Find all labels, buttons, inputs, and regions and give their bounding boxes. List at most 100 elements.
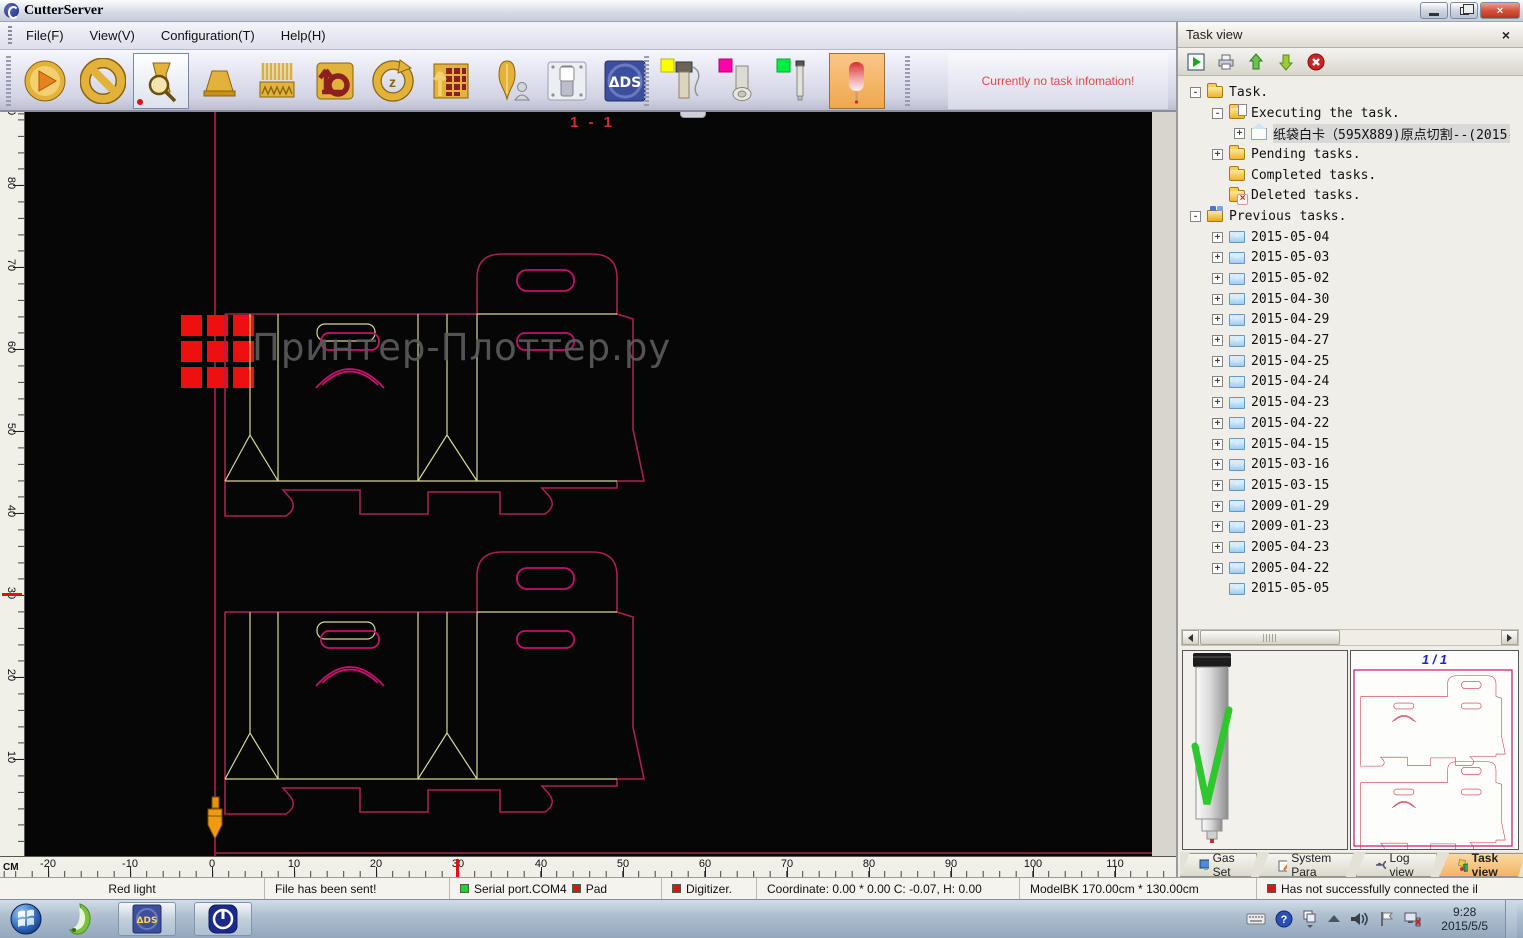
plumb-icon[interactable] [481,53,537,109]
toolbar-drag-handle[interactable] [905,56,910,106]
tree-item-date[interactable]: +2015-05-03 [1180,248,1510,269]
tab-log-view[interactable]: Log view [1356,853,1437,877]
tree-item-date[interactable]: +2015-04-29 [1180,310,1510,331]
keyboard-icon[interactable] [1246,912,1266,926]
tree-item-previous[interactable]: -Previous tasks. [1180,206,1510,227]
tree-horizontal-scrollbar[interactable] [1181,629,1519,646]
tree-item-date[interactable]: +2015-04-30 [1180,289,1510,310]
tree-item-current-job[interactable]: +纸袋白卡（595X889)原点切割--(2015- [1180,123,1510,144]
tab-gas-set[interactable]: Gas Set [1180,853,1257,877]
menu-view[interactable]: View(V) [90,28,135,43]
tree-item-date[interactable]: +2015-04-24 [1180,372,1510,393]
tree-item-deleted[interactable]: Deleted tasks. [1180,185,1510,206]
splitter-handle[interactable] [680,112,706,118]
help-icon[interactable]: ? [1275,910,1293,928]
tree-item-date[interactable]: +2015-03-15 [1180,475,1510,496]
menu-drag-handle[interactable] [8,26,12,46]
print-icon[interactable] [1214,51,1238,73]
menu-file[interactable]: File(F) [26,28,64,43]
minimize-button[interactable] [1420,2,1448,19]
thin-pen-tool-icon[interactable] [771,53,827,109]
roller-icon[interactable] [191,53,247,109]
network-error-icon[interactable]: x [1404,911,1424,928]
prohibit-icon[interactable] [75,53,131,109]
tree-item-task[interactable]: -Task. [1180,82,1510,103]
tree-item-date[interactable]: +2015-04-15 [1180,434,1510,455]
toolbar-drag-handle[interactable] [644,56,649,106]
expand-toggle[interactable]: + [1212,521,1223,532]
expand-toggle[interactable]: - [1190,87,1201,98]
rotate-z-icon[interactable]: z [365,53,421,109]
start-orb-icon[interactable] [10,903,42,935]
drawing-canvas[interactable]: 1 - 1 Принтер-Плоттер.ру [25,112,1152,856]
tree-item-date[interactable]: 2015-05-05 [1180,579,1510,600]
coreldraw-icon[interactable] [60,902,100,936]
close-button[interactable]: × [1480,2,1520,19]
expand-toggle[interactable]: + [1212,542,1223,553]
tab-system-para[interactable]: System Para [1259,853,1353,877]
expand-toggle[interactable]: + [1212,501,1223,512]
tree-item-date[interactable]: +2015-05-04 [1180,227,1510,248]
tab-task-view[interactable]: Task view [1439,853,1523,877]
expand-toggle[interactable]: + [1212,335,1223,346]
scroll-left-icon[interactable] [1182,630,1199,645]
tree-item-pending[interactable]: +Pending tasks. [1180,144,1510,165]
panel-close-icon[interactable]: × [1497,27,1515,43]
expand-toggle[interactable]: + [1212,418,1223,429]
flag-icon[interactable] [1379,911,1395,927]
tree-item-date[interactable]: +2015-03-16 [1180,454,1510,475]
expand-toggle[interactable]: + [1212,252,1223,263]
tree-item-date[interactable]: +2015-05-02 [1180,268,1510,289]
tree-item-date[interactable]: +2015-04-22 [1180,413,1510,434]
expand-toggle[interactable]: + [1212,149,1223,160]
tree-item-date[interactable]: +2015-04-23 [1180,392,1510,413]
delete-task-icon[interactable] [1304,51,1328,73]
expand-toggle[interactable]: - [1212,108,1223,119]
zoom-icon[interactable] [133,53,189,109]
expand-toggle[interactable]: + [1212,376,1223,387]
expand-toggle[interactable]: + [1212,314,1223,325]
show-desktop-button[interactable] [1505,900,1517,938]
tree-item-date[interactable]: +2015-04-27 [1180,330,1510,351]
volume-icon[interactable] [1350,911,1370,927]
play-icon[interactable] [17,53,73,109]
expand-toggle[interactable]: + [1212,480,1223,491]
tree-item-date[interactable]: +2015-04-25 [1180,351,1510,372]
comb-icon[interactable] [249,53,305,109]
grid-fill-icon[interactable] [423,53,479,109]
show-hidden-icons[interactable] [1327,914,1341,924]
ads-app-icon[interactable]: ΔDS [118,902,176,936]
move-down-icon[interactable] [1274,51,1298,73]
expand-toggle[interactable]: + [1212,294,1223,305]
cylinder-tool-icon[interactable] [713,53,769,109]
move-up-icon[interactable] [1244,51,1268,73]
menu-help[interactable]: Help(H) [281,28,326,43]
tree-item-date[interactable]: +2005-04-22 [1180,558,1510,579]
tree-item-date[interactable]: +2009-01-29 [1180,496,1510,517]
expand-toggle[interactable]: + [1212,439,1223,450]
return-origin-icon[interactable] [307,53,363,109]
input-indicator-icon[interactable] [1302,910,1318,928]
expand-toggle[interactable]: + [1212,273,1223,284]
pen-tool-icon[interactable] [655,53,711,109]
taskbar-clock[interactable]: 9:28 2015/5/5 [1433,905,1496,933]
expand-toggle[interactable]: + [1234,128,1245,139]
tree-item-completed[interactable]: Completed tasks. [1180,165,1510,186]
expand-toggle[interactable]: + [1212,563,1223,574]
restore-button[interactable] [1450,2,1478,19]
tree-item-date[interactable]: +2009-01-23 [1180,516,1510,537]
tree-item-executing[interactable]: -Executing the task. [1180,103,1510,124]
cutterserver-app-icon[interactable] [194,902,252,936]
expand-toggle[interactable]: + [1212,459,1223,470]
toolbar-drag-handle[interactable] [6,56,11,106]
power-switch-icon[interactable] [539,53,595,109]
menu-configuration[interactable]: Configuration(T) [161,28,255,43]
scrollbar-thumb[interactable] [1200,630,1340,645]
laser-tool-icon[interactable] [829,53,885,109]
start-task-icon[interactable] [1184,51,1208,73]
expand-toggle[interactable]: + [1212,232,1223,243]
tree-item-date[interactable]: +2005-04-23 [1180,537,1510,558]
expand-toggle[interactable]: - [1190,211,1201,222]
scroll-right-icon[interactable] [1501,630,1518,645]
expand-toggle[interactable]: + [1212,356,1223,367]
